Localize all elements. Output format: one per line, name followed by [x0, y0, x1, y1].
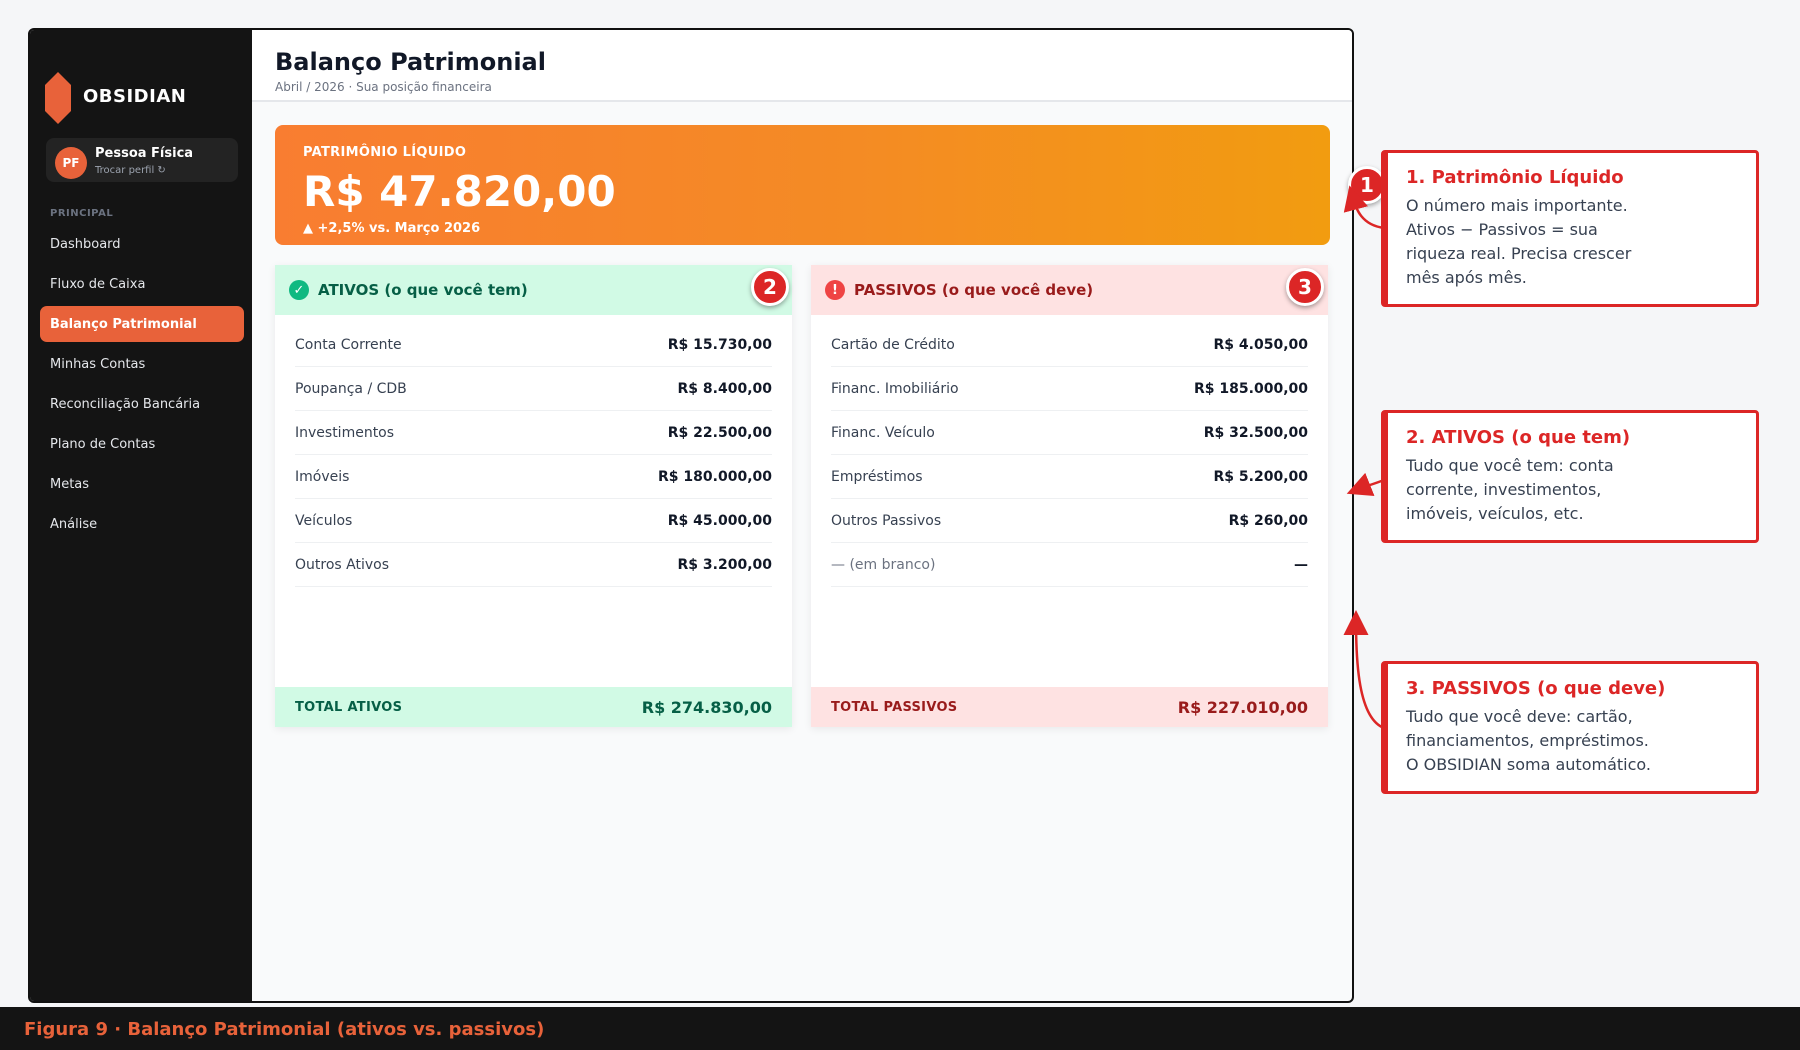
- callout-line: imóveis, veículos, etc.: [1406, 504, 1584, 523]
- callout-line: Tudo que você deve: cartão,: [1406, 707, 1633, 726]
- callout-line: O OBSIDIAN soma automático.: [1406, 755, 1651, 774]
- arrow-2: [1346, 472, 1385, 497]
- callout-title: 2. ATIVOS (o que tem): [1406, 427, 1631, 448]
- callout-title: 1. Patrimônio Líquido: [1406, 167, 1624, 188]
- callout-net-worth: 1. Patrimônio Líquido O número mais impo…: [1381, 150, 1759, 307]
- arrow-1: [1343, 185, 1385, 230]
- callout-text: O número mais importante. Ativos − Passi…: [1406, 194, 1738, 290]
- callout-line: corrente, investimentos,: [1406, 480, 1602, 499]
- callout-line: Ativos − Passivos = sua: [1406, 220, 1598, 239]
- callout-line: Tudo que você tem: conta: [1406, 456, 1614, 475]
- callout-liabilities: 3. PASSIVOS (o que deve) Tudo que você d…: [1381, 661, 1759, 794]
- callout-assets: 2. ATIVOS (o que tem) Tudo que você tem:…: [1381, 410, 1759, 543]
- callout-line: riqueza real. Precisa crescer: [1406, 244, 1632, 263]
- callout-title: 3. PASSIVOS (o que deve): [1406, 678, 1666, 699]
- callout-line: financiamentos, empréstimos.: [1406, 731, 1649, 750]
- figure-caption: Figura 9 · Balanço Patrimonial (ativos v…: [24, 1019, 545, 1040]
- figure-caption-bar: Figura 9 · Balanço Patrimonial (ativos v…: [0, 1007, 1800, 1050]
- callout-line: mês após mês.: [1406, 268, 1527, 287]
- arrow-3: [1343, 610, 1385, 730]
- callout-text: Tudo que você tem: conta corrente, inves…: [1406, 454, 1738, 526]
- callout-line: O número mais importante.: [1406, 196, 1628, 215]
- callout-text: Tudo que você deve: cartão, financiament…: [1406, 705, 1738, 777]
